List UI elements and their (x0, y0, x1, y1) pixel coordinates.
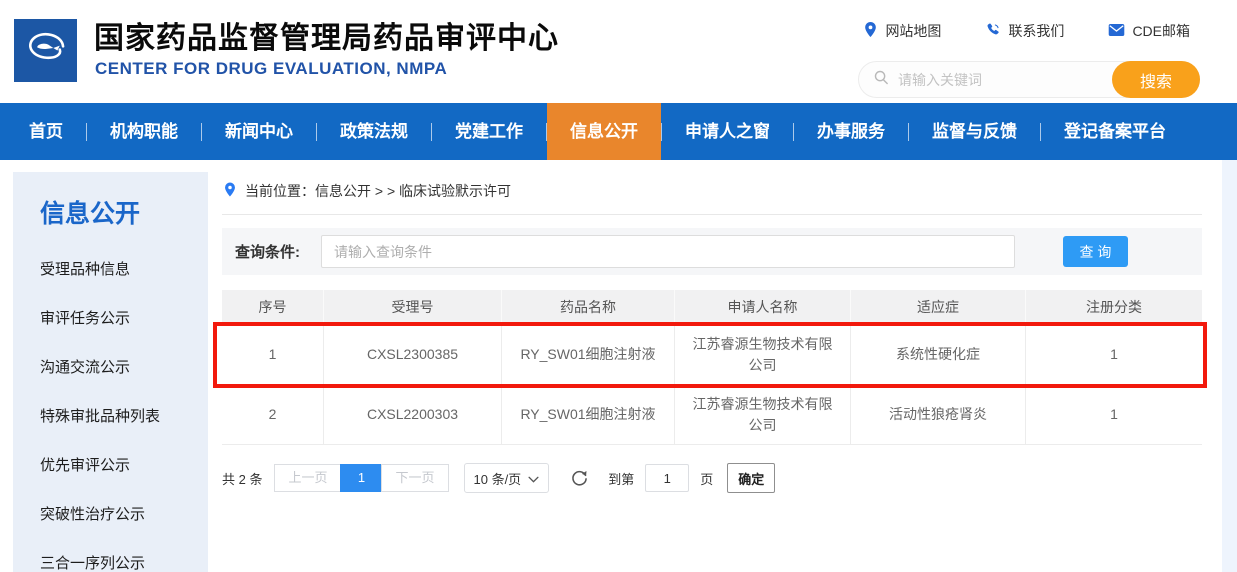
cde-mail-label: CDE邮箱 (1132, 21, 1190, 41)
nav-item-registration-platform[interactable]: 登记备案平台 (1041, 103, 1189, 160)
nav-item-supervision[interactable]: 监督与反馈 (909, 103, 1040, 160)
cde-logo (14, 19, 77, 82)
cell-index: 1 (222, 325, 324, 384)
query-bar: 查询条件: 查 询 (222, 228, 1202, 275)
header-search-input[interactable] (890, 72, 1112, 88)
sidebar: 信息公开 受理品种信息 审评任务公示 沟通交流公示 特殊审批品种列表 优先审评公… (13, 172, 208, 572)
goto-page-input[interactable] (645, 464, 689, 492)
cell-acceptance-no: CXSL2200303 (324, 385, 502, 444)
contact-link[interactable]: 联系我们 (985, 21, 1064, 41)
cde-mail-link[interactable]: CDE邮箱 (1108, 21, 1190, 41)
cell-indication: 活动性狼疮肾炎 (851, 385, 1026, 444)
query-button[interactable]: 查 询 (1063, 236, 1128, 267)
results-table: 序号 受理号 药品名称 申请人名称 适应症 注册分类 1 CXSL2300385… (222, 290, 1202, 445)
site-subtitle: CENTER FOR DRUG EVALUATION, NMPA (95, 59, 447, 79)
sidebar-title: 信息公开 (40, 194, 208, 230)
sitemap-label: 网站地图 (885, 21, 941, 41)
nav-item-policy[interactable]: 政策法规 (317, 103, 431, 160)
sidebar-item-breakthrough-therapy[interactable]: 突破性治疗公示 (13, 489, 208, 538)
header-search: 搜索 (858, 61, 1200, 98)
refresh-icon[interactable] (570, 469, 589, 488)
main-nav: 首页 机构职能 新闻中心 政策法规 党建工作 信息公开 申请人之窗 办事服务 监… (0, 103, 1237, 160)
sidebar-item-three-in-one[interactable]: 三合一序列公示 (13, 538, 208, 572)
sidebar-item-special-approval[interactable]: 特殊审批品种列表 (13, 391, 208, 440)
envelope-icon (1108, 23, 1125, 40)
sidebar-item-accepted-varieties[interactable]: 受理品种信息 (13, 244, 208, 293)
sidebar-item-communication[interactable]: 沟通交流公示 (13, 342, 208, 391)
query-condition-label: 查询条件: (235, 241, 300, 262)
query-condition-input[interactable] (321, 235, 1015, 268)
table-header-row: 序号 受理号 药品名称 申请人名称 适应症 注册分类 (222, 290, 1202, 325)
breadcrumb: 当前位置：信息公开 > > 临床试验默示许可 (222, 172, 1202, 215)
column-header-indication: 适应症 (851, 290, 1026, 325)
cell-registration-class: 1 (1026, 385, 1202, 444)
sidebar-item-priority-review[interactable]: 优先审评公示 (13, 440, 208, 489)
column-header-drug-name: 药品名称 (502, 290, 675, 325)
cell-index: 2 (222, 385, 324, 444)
next-page-button[interactable]: 下一页 (381, 464, 448, 492)
cell-drug-name: RY_SW01细胞注射液 (502, 325, 675, 384)
pagination: 共 2 条 上一页 1 下一页 10 条/页 到第 页 确定 (222, 463, 1202, 493)
cell-applicant: 江苏睿源生物技术有限公司 (675, 325, 851, 384)
cde-logo-swirl-icon (20, 22, 72, 79)
nav-item-party[interactable]: 党建工作 (432, 103, 546, 160)
nav-item-applicant-window[interactable]: 申请人之窗 (662, 103, 793, 160)
column-header-registration-class: 注册分类 (1026, 290, 1202, 325)
cell-applicant: 江苏睿源生物技术有限公司 (675, 385, 851, 444)
header-quick-links: 网站地图 联系我们 CDE邮箱 (863, 21, 1190, 41)
contact-label: 联系我们 (1008, 21, 1064, 41)
sitemap-link[interactable]: 网站地图 (863, 21, 941, 41)
table-row: 1 CXSL2300385 RY_SW01细胞注射液 江苏睿源生物技术有限公司 … (222, 325, 1202, 385)
confirm-button[interactable]: 确定 (727, 463, 775, 493)
sidebar-item-review-tasks[interactable]: 审评任务公示 (13, 293, 208, 342)
page-size-value: 10 条/页 (474, 469, 522, 488)
cell-indication: 系统性硬化症 (851, 325, 1026, 384)
search-icon (859, 69, 890, 91)
breadcrumb-text: 当前位置：信息公开 > > 临床试验默示许可 (245, 181, 511, 201)
cell-drug-name: RY_SW01细胞注射液 (502, 385, 675, 444)
nav-item-info-disclosure[interactable]: 信息公开 (547, 103, 661, 160)
main-panel: 当前位置：信息公开 > > 临床试验默示许可 查询条件: 查 询 序号 受理号 … (222, 172, 1202, 493)
prev-page-button[interactable]: 上一页 (274, 464, 341, 492)
phone-icon (985, 22, 1001, 41)
total-count-label: 共 2 条 (222, 469, 262, 488)
nav-item-home[interactable]: 首页 (6, 103, 86, 160)
header-search-button[interactable]: 搜索 (1112, 61, 1200, 98)
page-size-select[interactable]: 10 条/页 (464, 463, 550, 493)
page-body: 信息公开 受理品种信息 审评任务公示 沟通交流公示 特殊审批品种列表 优先审评公… (0, 160, 1237, 572)
page-number-button[interactable]: 1 (340, 464, 382, 492)
site-header: 国家药品监督管理局药品审评中心 CENTER FOR DRUG EVALUATI… (0, 0, 1237, 103)
site-title: 国家药品监督管理局药品审评中心 (94, 13, 559, 57)
nav-item-services[interactable]: 办事服务 (794, 103, 908, 160)
cell-registration-class: 1 (1026, 325, 1202, 384)
column-header-applicant: 申请人名称 (675, 290, 851, 325)
column-header-index: 序号 (222, 290, 324, 325)
column-header-acceptance-no: 受理号 (324, 290, 502, 325)
right-background-strip (1222, 160, 1237, 572)
nav-item-news[interactable]: 新闻中心 (202, 103, 316, 160)
chevron-down-icon (528, 471, 539, 486)
page-unit-label: 页 (700, 469, 713, 488)
goto-page-label: 到第 (608, 469, 634, 488)
breadcrumb-pin-icon (223, 181, 237, 201)
nav-item-functions[interactable]: 机构职能 (87, 103, 201, 160)
location-pin-icon (863, 21, 878, 41)
cell-acceptance-no: CXSL2300385 (324, 325, 502, 384)
table-row: 2 CXSL2200303 RY_SW01细胞注射液 江苏睿源生物技术有限公司 … (222, 385, 1202, 445)
